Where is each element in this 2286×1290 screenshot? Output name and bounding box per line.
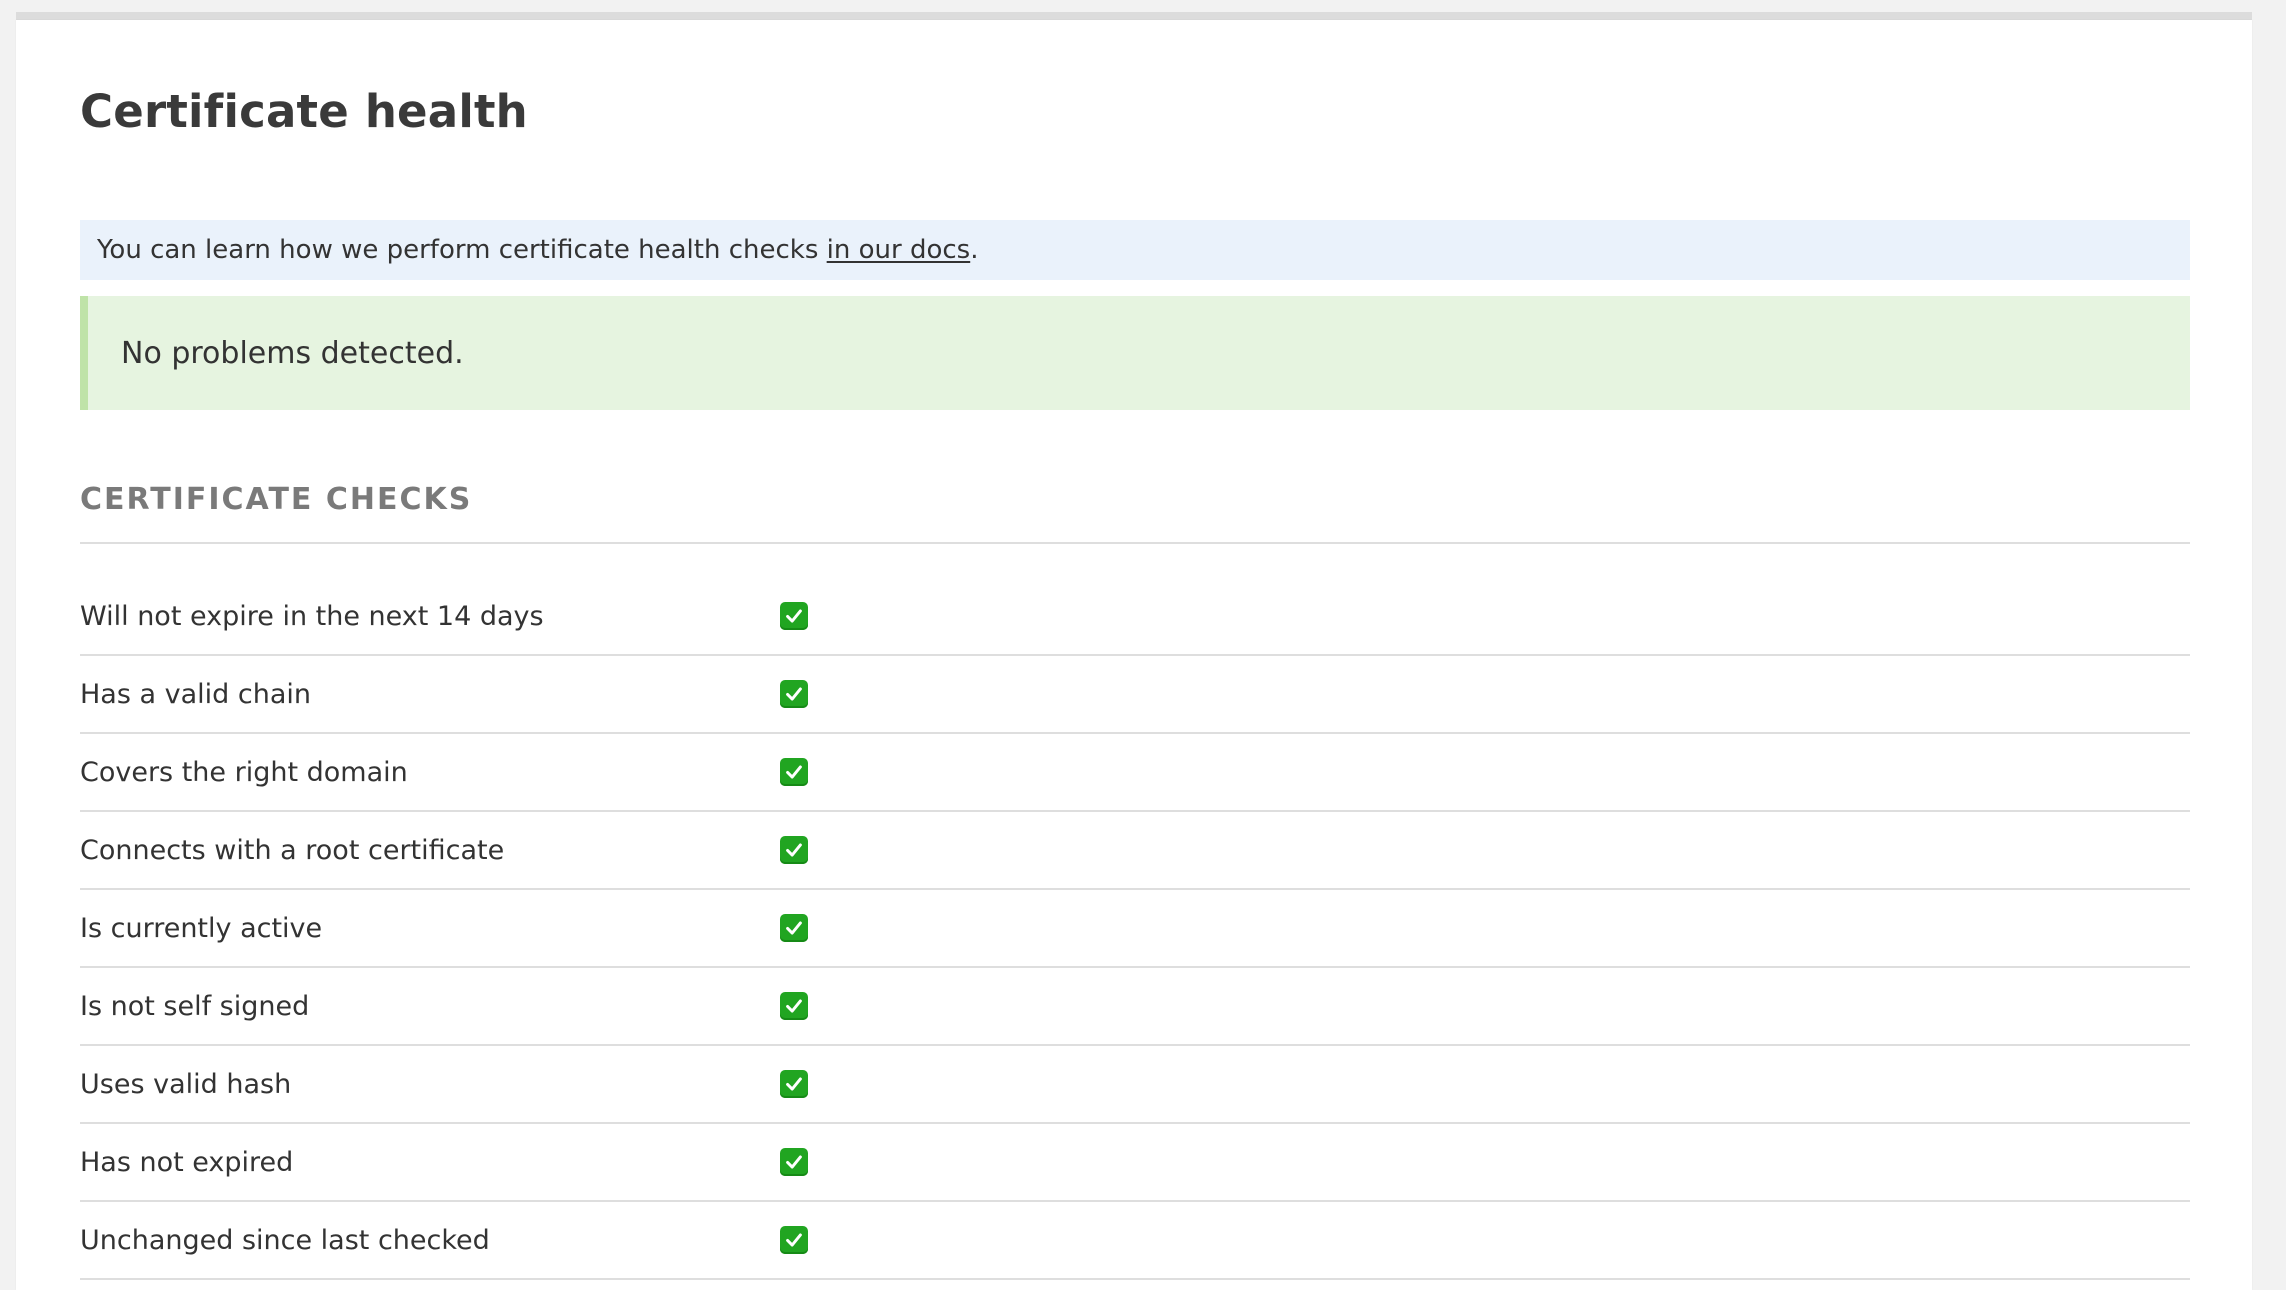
check-mark-icon (780, 758, 808, 786)
check-mark-icon (780, 1148, 808, 1176)
check-row: Will not expire in the next 14 days (80, 578, 2190, 656)
check-label: Has a valid chain (80, 678, 311, 710)
status-text: No problems detected. (121, 335, 464, 371)
checks-list: Will not expire in the next 14 days Has … (80, 578, 2190, 1280)
docs-info-banner: You can learn how we perform certificate… (80, 220, 2190, 280)
check-label: Is currently active (80, 912, 323, 944)
check-row: Has a valid chain (80, 656, 2190, 734)
check-label: Covers the right domain (80, 756, 408, 788)
check-row: Uses valid hash (80, 1046, 2190, 1124)
info-text-end: . (970, 235, 979, 265)
check-row: Covers the right domain (80, 734, 2190, 812)
check-mark-icon (780, 1226, 808, 1254)
check-mark-icon (780, 992, 808, 1020)
certificate-health-card: Certificate health You can learn how we … (16, 20, 2252, 1290)
status-banner: No problems detected. (80, 296, 2190, 410)
section-heading: CERTIFICATE CHECKS (80, 482, 2190, 544)
check-mark-icon (780, 1070, 808, 1098)
top-border (16, 12, 2252, 20)
check-label: Has not expired (80, 1146, 294, 1178)
check-label: Will not expire in the next 14 days (80, 600, 544, 632)
check-row: Connects with a root certificate (80, 812, 2190, 890)
page-title: Certificate health (80, 85, 528, 138)
check-mark-icon (780, 914, 808, 942)
check-row: Is not self signed (80, 968, 2190, 1046)
check-mark-icon (780, 836, 808, 864)
check-mark-icon (780, 602, 808, 630)
check-label: Uses valid hash (80, 1068, 292, 1100)
check-row: Has not expired (80, 1124, 2190, 1202)
check-label: Unchanged since last checked (80, 1224, 490, 1256)
check-label: Is not self signed (80, 990, 310, 1022)
check-mark-icon (780, 680, 808, 708)
docs-link[interactable]: in our docs (827, 235, 971, 265)
check-label: Connects with a root certificate (80, 834, 505, 866)
check-row: Is currently active (80, 890, 2190, 968)
check-row: Unchanged since last checked (80, 1202, 2190, 1280)
info-text: You can learn how we perform certificate… (97, 235, 827, 265)
